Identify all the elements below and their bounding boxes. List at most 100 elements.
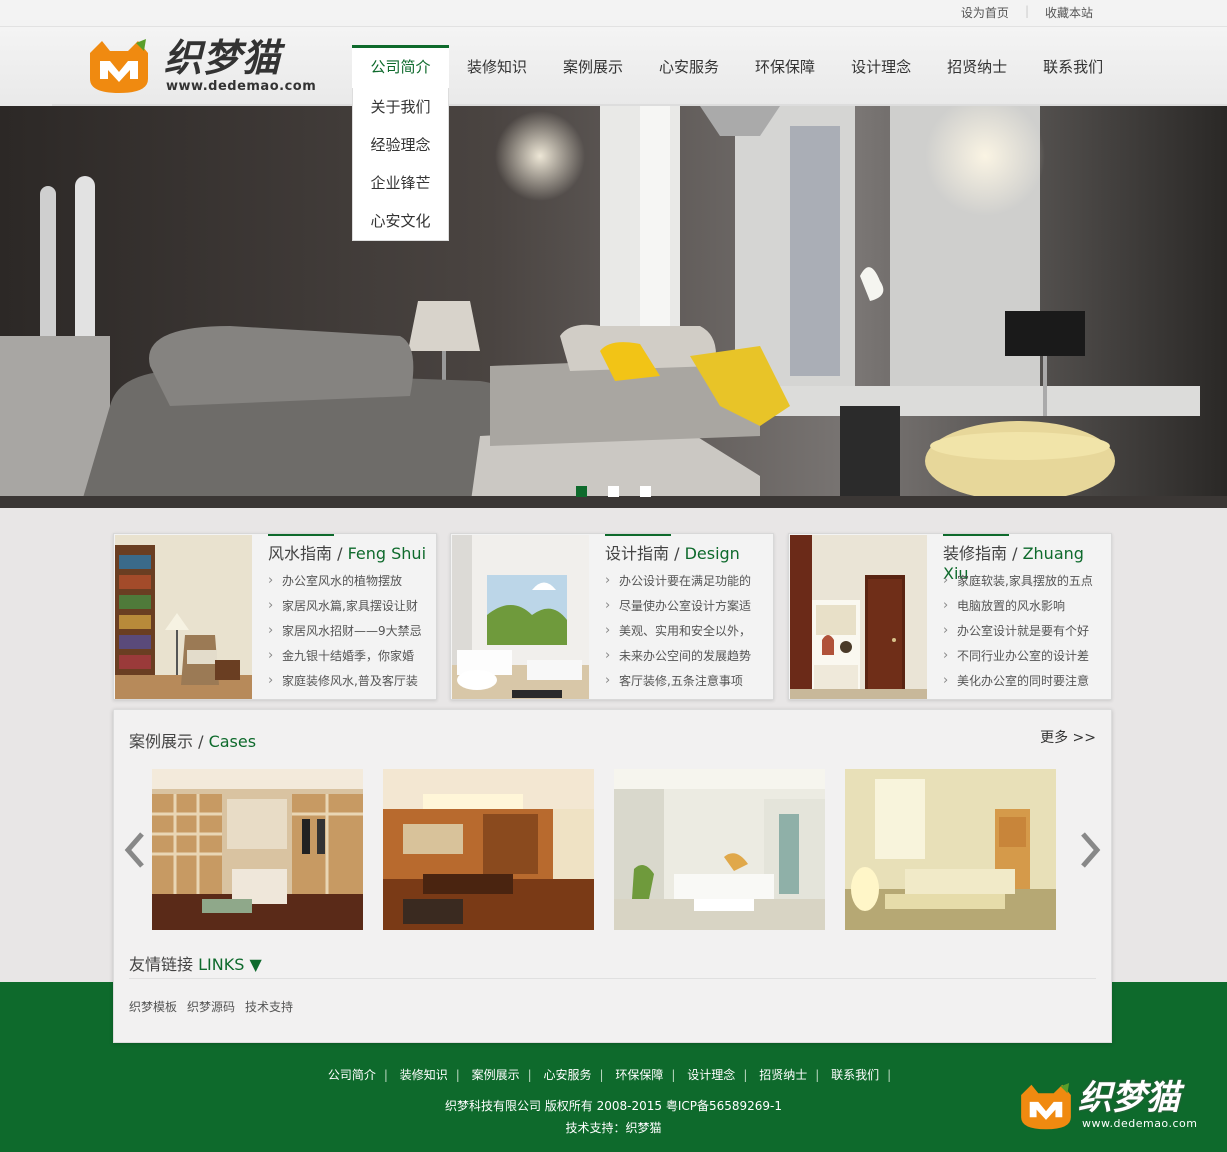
- hallway-photo: [790, 535, 927, 699]
- cases-carousel: [152, 769, 1056, 930]
- title-separator: /: [1007, 544, 1023, 563]
- title-separator: /: [332, 544, 348, 563]
- dropdown-item-enterprise[interactable]: 企业锋芒: [353, 164, 448, 202]
- bookmark-link[interactable]: 收藏本站: [1029, 4, 1109, 21]
- cat-logo-icon: [1021, 1083, 1071, 1130]
- design-list: 办公设计要在满足功能的 尽量使办公室设计方案适 美观、实用和安全以外， 未来办公…: [605, 571, 751, 696]
- cases-section: 案例展示 / Cases 更多 >> 友情链接 LINKS ▼ 织梦模板 织梦源…: [113, 709, 1112, 1043]
- footer-link-contact[interactable]: 联系我们: [831, 1068, 879, 1082]
- set-home-link[interactable]: 设为首页: [945, 4, 1025, 21]
- logo-url-text: www.dedemao.com: [166, 79, 317, 94]
- fengshui-card: 风水指南 / Feng Shui 办公室风水的植物摆放 家居风水篇,家具摆设让财…: [113, 533, 437, 700]
- dropdown-item-philosophy[interactable]: 经验理念: [353, 126, 448, 164]
- zhuangxiu-image[interactable]: [790, 535, 927, 699]
- design-title[interactable]: 设计指南 / Design: [605, 540, 740, 564]
- friendly-link[interactable]: 织梦源码: [187, 998, 235, 1015]
- footer-link-cases[interactable]: 案例展示: [472, 1068, 520, 1082]
- case-thumb-bedroom[interactable]: [845, 769, 1056, 930]
- top-links: 设为首页 | 收藏本站: [945, 4, 1109, 21]
- footer-logo: 织梦猫 www.dedemao.com: [1016, 1078, 1216, 1138]
- nav-item-company[interactable]: 公司简介: [352, 45, 449, 90]
- list-item[interactable]: 家庭装修风水,普及客厅装: [268, 671, 422, 696]
- cases-title-en: Cases: [208, 732, 257, 751]
- company-dropdown-menu: 关于我们 经验理念 企业锋芒 心安文化: [352, 88, 449, 241]
- list-item[interactable]: 电脑放置的风水影响: [943, 596, 1093, 621]
- nav-item-design[interactable]: 设计理念: [833, 45, 929, 90]
- slide-dot-2[interactable]: [608, 486, 619, 497]
- list-item[interactable]: 金九银十结婚季，你家婚: [268, 646, 422, 671]
- site-header: 织梦猫 www.dedemao.com 公司简介 装修知识 案例展示 心安服务 …: [0, 26, 1227, 106]
- dropdown-item-about[interactable]: 关于我们: [353, 88, 448, 126]
- prev-arrow-icon[interactable]: [120, 830, 148, 870]
- list-item[interactable]: 美观、实用和安全以外，: [605, 621, 751, 646]
- case-thumb-closet[interactable]: [152, 769, 363, 930]
- fengshui-title[interactable]: 风水指南 / Feng Shui: [268, 540, 426, 564]
- list-item[interactable]: 办公室风水的植物摆放: [268, 571, 422, 596]
- list-item[interactable]: 办公设计要在满足功能的: [605, 571, 751, 596]
- list-item[interactable]: 未来办公空间的发展趋势: [605, 646, 751, 671]
- office-photo: [383, 769, 594, 930]
- list-item[interactable]: 美化办公室的同时要注意: [943, 671, 1093, 696]
- footer-link-decoration[interactable]: 装修知识: [400, 1068, 448, 1082]
- case-thumb-office[interactable]: [383, 769, 594, 930]
- links-divider: [129, 978, 1096, 979]
- footer-link-eco[interactable]: 环保保障: [615, 1068, 663, 1082]
- slide-dot-1[interactable]: [576, 486, 587, 497]
- beige-room-photo: [845, 769, 1056, 930]
- nav-item-service[interactable]: 心安服务: [641, 45, 737, 90]
- list-item[interactable]: 尽量使办公室设计方案适: [605, 596, 751, 621]
- fengshui-title-cn: 风水指南: [268, 544, 333, 563]
- slide-dot-3[interactable]: [640, 486, 651, 497]
- links-title-en[interactable]: LINKS ▼: [198, 955, 262, 974]
- footer-link-jobs[interactable]: 招贤纳士: [759, 1068, 807, 1082]
- footer-link-service[interactable]: 心安服务: [544, 1068, 592, 1082]
- cat-logo-icon: [90, 39, 148, 93]
- friendly-links: 织梦模板 织梦源码 技术支持: [129, 998, 293, 1015]
- fengshui-image[interactable]: [115, 535, 252, 699]
- bookshelf-room-photo: [115, 535, 252, 699]
- white-living-room-photo: [452, 535, 589, 699]
- zhuangxiu-card: 装修指南 / Zhuang Xiu 家庭软装,家具摆放的五点 电脑放置的风水影响…: [788, 533, 1112, 700]
- guides-section: 风水指南 / Feng Shui 办公室风水的植物摆放 家居风水篇,家具摆设让财…: [113, 533, 1112, 700]
- design-card: 设计指南 / Design 办公设计要在满足功能的 尽量使办公室设计方案适 美观…: [450, 533, 774, 700]
- title-separator: /: [193, 732, 209, 751]
- nav-item-contact[interactable]: 联系我们: [1025, 45, 1121, 90]
- fengshui-list: 办公室风水的植物摆放 家居风水篇,家具摆设让财 家居风水招财——9大禁忌 金九银…: [268, 571, 422, 696]
- cases-more-link[interactable]: 更多 >>: [1040, 727, 1096, 747]
- bright-livingroom-photo: [614, 769, 825, 930]
- hero-banner[interactable]: [0, 106, 1227, 508]
- list-item[interactable]: 家庭软装,家具摆放的五点: [943, 571, 1093, 596]
- main-nav: 公司简介 装修知识 案例展示 心安服务 环保保障 设计理念 招贤纳士 联系我们: [352, 45, 1121, 90]
- friendly-link[interactable]: 技术支持: [245, 998, 293, 1015]
- footer-logo-url: www.dedemao.com: [1082, 1117, 1198, 1130]
- nav-item-decoration[interactable]: 装修知识: [449, 45, 545, 90]
- friendly-links-title: 友情链接 LINKS ▼: [129, 951, 262, 975]
- nav-item-eco[interactable]: 环保保障: [737, 45, 833, 90]
- list-item[interactable]: 家居风水招财——9大禁忌: [268, 621, 422, 646]
- fengshui-accent-line: [268, 534, 334, 536]
- site-logo[interactable]: 织梦猫 www.dedemao.com: [84, 35, 324, 97]
- nav-item-jobs[interactable]: 招贤纳士: [929, 45, 1025, 90]
- list-item[interactable]: 办公室设计就是要有个好: [943, 621, 1093, 646]
- links-title-cn: 友情链接: [129, 955, 194, 974]
- case-thumb-livingroom[interactable]: [614, 769, 825, 930]
- design-title-en: Design: [684, 544, 740, 563]
- nav-item-cases[interactable]: 案例展示: [545, 45, 641, 90]
- fengshui-title-en: Feng Shui: [347, 544, 427, 563]
- next-arrow-icon[interactable]: [1077, 830, 1105, 870]
- footer-link-design[interactable]: 设计理念: [687, 1068, 735, 1082]
- top-bar: 设为首页 | 收藏本站: [0, 0, 1227, 26]
- design-image[interactable]: [452, 535, 589, 699]
- dropdown-item-culture[interactable]: 心安文化: [353, 202, 448, 240]
- cases-title-cn: 案例展示: [129, 732, 194, 751]
- footer-link-company[interactable]: 公司简介: [328, 1068, 376, 1082]
- list-item[interactable]: 家居风水篇,家具摆设让财: [268, 596, 422, 621]
- list-item[interactable]: 客厅装修,五条注意事项: [605, 671, 751, 696]
- closet-photo: [152, 769, 363, 930]
- list-item[interactable]: 不同行业办公室的设计差: [943, 646, 1093, 671]
- friendly-link[interactable]: 织梦模板: [129, 998, 177, 1015]
- zhuangxiu-title-cn: 装修指南: [943, 544, 1008, 563]
- living-room-photo: [0, 106, 1227, 508]
- cases-title: 案例展示 / Cases: [129, 728, 256, 752]
- footer-logo-brand: 织梦猫: [1078, 1078, 1180, 1118]
